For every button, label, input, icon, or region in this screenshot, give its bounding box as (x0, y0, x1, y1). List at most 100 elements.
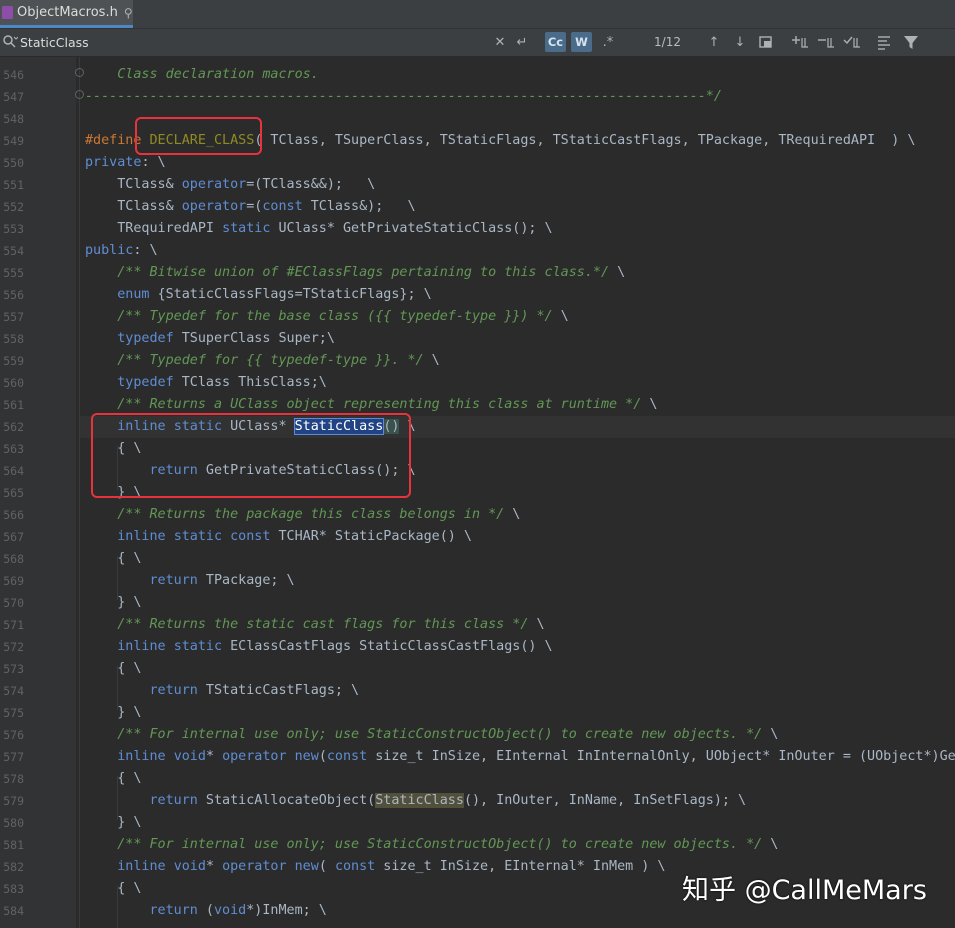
code-line[interactable]: } \ (85, 592, 141, 614)
code-line[interactable]: } \ (85, 812, 141, 834)
code-line[interactable]: inline void* operator new(const size_t I… (85, 746, 955, 768)
clear-search-icon[interactable]: ✕ (492, 32, 508, 52)
code-line[interactable]: TClass& operator=(const TClass&); \ (85, 196, 415, 218)
line-number[interactable]: 580 (0, 812, 24, 834)
line-number[interactable]: 562 (0, 416, 24, 438)
code-line[interactable]: { \ (85, 768, 141, 790)
code-line[interactable]: { \ (85, 548, 141, 570)
fold-marker-icon[interactable] (75, 68, 84, 77)
tab-label: ObjectMacros.h (17, 5, 118, 20)
code-line[interactable]: inline static const TCHAR* StaticPackage… (85, 526, 472, 548)
next-occurrence-icon[interactable]: ↓ (731, 32, 749, 52)
code-line[interactable]: /** Typedef for {{ typedef-type }}. */ \ (85, 350, 439, 372)
line-number[interactable]: 550 (0, 152, 24, 174)
code-line[interactable]: ----------------------------------------… (85, 86, 722, 108)
filter-options-icon[interactable] (876, 32, 894, 52)
add-selection-icon[interactable] (790, 32, 810, 52)
code-line[interactable]: inline void* operator new( const size_t … (85, 856, 665, 878)
code-line[interactable]: typedef TClass ThisClass;\ (85, 372, 327, 394)
remove-selection-icon[interactable] (816, 32, 836, 52)
gutter-divider (79, 57, 80, 928)
line-number[interactable]: 557 (0, 306, 24, 328)
indent-guide (117, 776, 118, 820)
code-line[interactable]: Class declaration macros. (85, 64, 319, 86)
match-case-toggle[interactable]: Cc (545, 32, 566, 52)
line-number[interactable]: 554 (0, 240, 24, 262)
indent-guide (117, 556, 118, 600)
search-input[interactable] (20, 32, 320, 52)
line-number[interactable]: 577 (0, 746, 24, 768)
line-number[interactable]: 564 (0, 460, 24, 482)
line-number[interactable]: 556 (0, 284, 24, 306)
code-line[interactable]: /** Bitwise union of #EClassFlags pertai… (85, 262, 625, 284)
line-number[interactable]: 583 (0, 878, 24, 900)
code-line[interactable]: { \ (85, 658, 141, 680)
line-number[interactable]: 578 (0, 768, 24, 790)
code-line[interactable]: inline static EClassCastFlags StaticClas… (85, 636, 552, 658)
code-line[interactable]: enum {StaticClassFlags=TStaticFlags}; \ (85, 284, 431, 306)
code-line[interactable]: /** For internal use only; use StaticCon… (85, 724, 778, 746)
line-number[interactable]: 572 (0, 636, 24, 658)
indent-guide (117, 886, 118, 928)
toggle-selection-icon[interactable] (842, 32, 862, 52)
line-number[interactable]: 584 (0, 900, 24, 922)
line-number[interactable]: 559 (0, 350, 24, 372)
editor-tab-bar: ObjectMacros.h ⚲ (0, 0, 955, 29)
code-line[interactable]: /** Returns the package this class belon… (85, 504, 520, 526)
line-number[interactable]: 565 (0, 482, 24, 504)
line-number[interactable]: 561 (0, 394, 24, 416)
new-line-icon[interactable]: ↵ (513, 32, 531, 52)
code-line[interactable]: } \ (85, 702, 141, 724)
code-line[interactable]: /** Returns the static cast flags for th… (85, 614, 544, 636)
code-line[interactable]: /** For internal use only; use StaticCon… (85, 834, 778, 856)
line-number[interactable]: 563 (0, 438, 24, 460)
code-line[interactable]: return (void*)InMem; \ (85, 900, 327, 922)
line-number[interactable]: 579 (0, 790, 24, 812)
annotation-box-declare-class (135, 117, 262, 155)
line-number[interactable]: 573 (0, 658, 24, 680)
line-number[interactable]: 574 (0, 680, 24, 702)
line-number[interactable]: 548 (0, 108, 24, 130)
pin-icon[interactable]: ⚲ (124, 6, 133, 20)
line-number[interactable]: 558 (0, 328, 24, 350)
line-number[interactable]: 560 (0, 372, 24, 394)
line-number[interactable]: 571 (0, 614, 24, 636)
tab-objectmacros-h[interactable]: ObjectMacros.h ⚲ (0, 0, 133, 28)
line-number[interactable]: 570 (0, 592, 24, 614)
code-line[interactable]: public: \ (85, 240, 158, 262)
line-number[interactable]: 546 (0, 64, 24, 86)
line-number[interactable]: 566 (0, 504, 24, 526)
fold-marker-icon[interactable] (75, 90, 84, 99)
select-all-occurrences-icon[interactable] (758, 32, 774, 52)
previous-occurrence-icon[interactable]: ↑ (705, 32, 723, 52)
header-file-icon (2, 6, 13, 19)
filter-icon[interactable] (902, 32, 920, 52)
code-line[interactable]: typedef TSuperClass Super;\ (85, 328, 335, 350)
search-icon[interactable] (2, 34, 18, 50)
find-bar: ✕ ↵ Cc W .* 1/12 ↑ ↓ (0, 29, 955, 57)
code-line[interactable]: private: \ (85, 152, 166, 174)
line-number[interactable]: 568 (0, 548, 24, 570)
line-number[interactable]: 582 (0, 856, 24, 878)
line-number[interactable]: 555 (0, 262, 24, 284)
line-number[interactable]: 551 (0, 174, 24, 196)
words-toggle[interactable]: W (571, 32, 592, 52)
code-line[interactable]: TClass& operator=(TClass&&); \ (85, 174, 375, 196)
line-number[interactable]: 553 (0, 218, 24, 240)
line-number[interactable]: 581 (0, 834, 24, 856)
code-line[interactable]: return TStaticCastFlags; \ (85, 680, 360, 702)
code-line[interactable]: return StaticAllocateObject(StaticClass(… (85, 790, 746, 812)
match-count: 1/12 (654, 35, 681, 49)
line-number[interactable]: 576 (0, 724, 24, 746)
regex-toggle[interactable]: .* (598, 32, 618, 52)
line-number[interactable]: 547 (0, 86, 24, 108)
code-line[interactable]: /** Typedef for the base class ({{ typed… (85, 306, 568, 328)
line-number[interactable]: 575 (0, 702, 24, 724)
line-number[interactable]: 567 (0, 526, 24, 548)
annotation-box-staticclass (91, 413, 411, 498)
code-line[interactable]: TRequiredAPI static UClass* GetPrivateSt… (85, 218, 552, 240)
code-line[interactable]: { \ (85, 878, 141, 900)
line-number[interactable]: 552 (0, 196, 24, 218)
line-number[interactable]: 549 (0, 130, 24, 152)
line-number[interactable]: 569 (0, 570, 24, 592)
